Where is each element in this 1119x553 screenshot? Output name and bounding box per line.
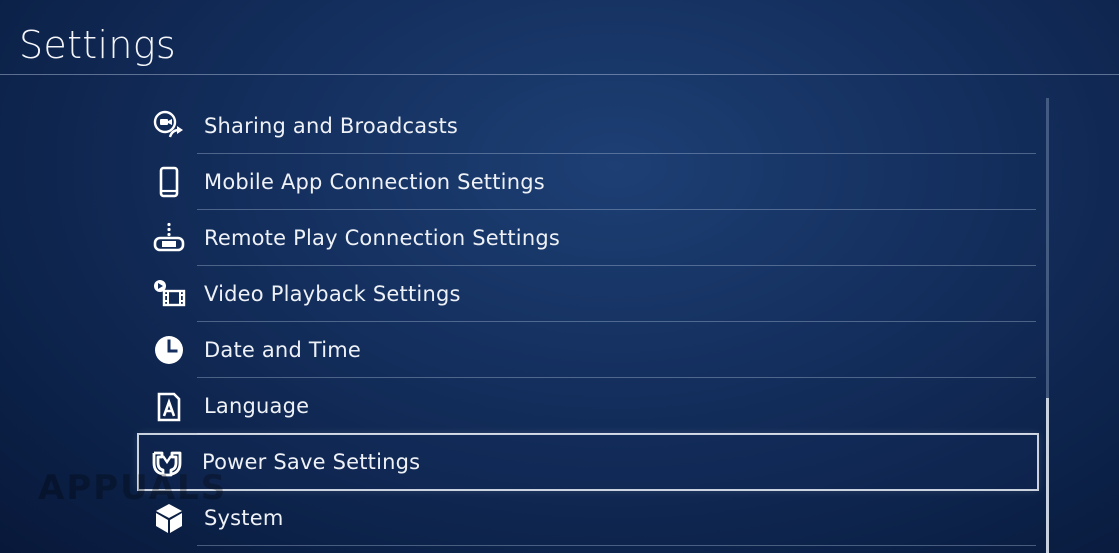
page-title: Settings [19, 23, 176, 67]
menu-item-date-and-time[interactable]: Date and Time [140, 322, 1036, 378]
menu-item-label: Sharing and Broadcasts [204, 114, 459, 138]
video-playback-icon [149, 274, 189, 314]
menu-item-label: Date and Time [204, 338, 362, 362]
power-save-icon [147, 442, 187, 482]
menu-item-language[interactable]: Language [140, 378, 1036, 434]
menu-item-sharing-and-broadcasts[interactable]: Sharing and Broadcasts [140, 98, 1036, 154]
menu-item-power-save-settings[interactable]: Power Save Settings [137, 433, 1039, 491]
menu-item-label: Video Playback Settings [204, 282, 461, 306]
mobile-phone-icon [149, 162, 189, 202]
menu-item-label: Mobile App Connection Settings [204, 170, 545, 194]
scrollbar-thumb[interactable] [1046, 398, 1049, 553]
settings-menu-list: Sharing and Broadcasts Mobile App Connec… [137, 98, 1039, 546]
header-divider [0, 74, 1119, 75]
share-broadcast-icon [149, 106, 189, 146]
menu-item-remote-play-connection[interactable]: Remote Play Connection Settings [140, 210, 1036, 266]
menu-item-label: System [204, 506, 284, 530]
remote-play-icon [149, 218, 189, 258]
menu-item-system[interactable]: System [140, 490, 1036, 546]
menu-item-label: Language [204, 394, 310, 418]
system-cube-icon [149, 498, 189, 538]
menu-item-label: Remote Play Connection Settings [204, 226, 561, 250]
clock-icon [149, 330, 189, 370]
menu-item-mobile-app-connection[interactable]: Mobile App Connection Settings [140, 154, 1036, 210]
menu-item-label: Power Save Settings [202, 450, 421, 474]
menu-item-video-playback[interactable]: Video Playback Settings [140, 266, 1036, 322]
language-icon [149, 386, 189, 426]
